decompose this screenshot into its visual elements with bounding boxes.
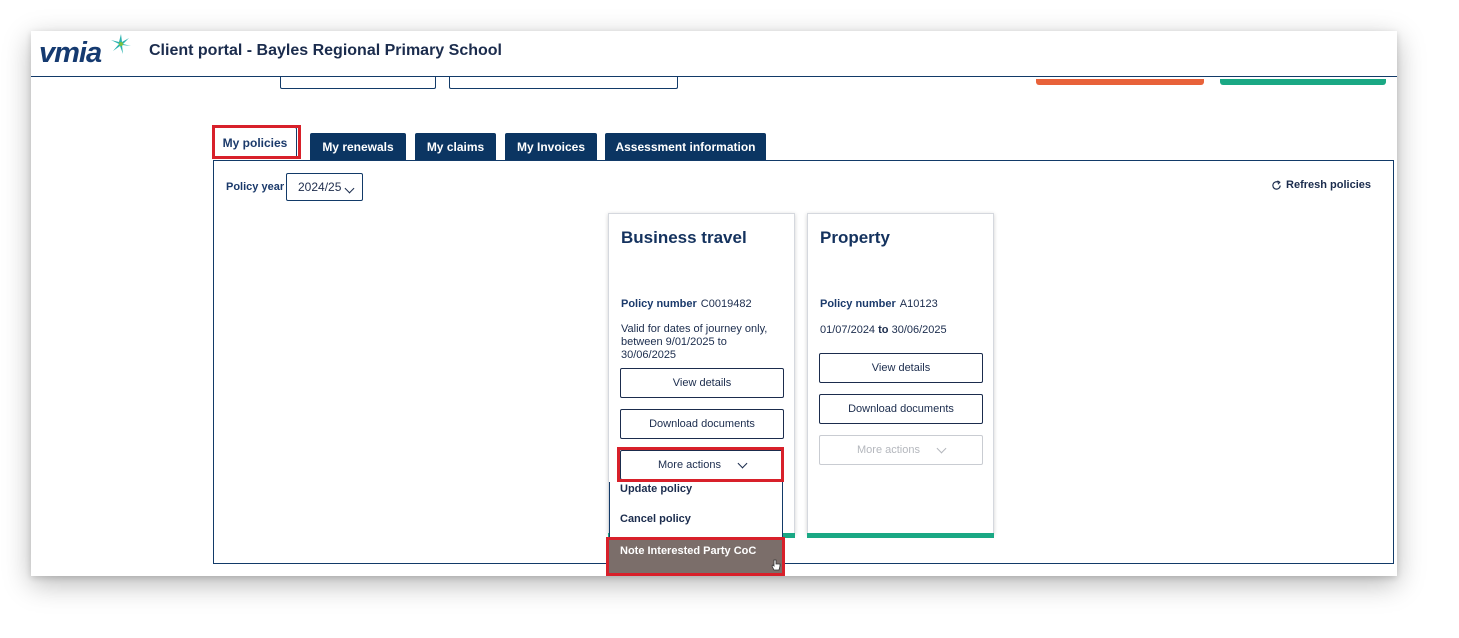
vmia-logo[interactable]: vmia [39,37,102,70]
more-actions-button[interactable]: More actions [819,435,983,465]
policy-number-label: Policy number [820,298,896,310]
tab-my-invoices[interactable]: My Invoices [505,133,597,160]
policy-number-value: C0019482 [700,298,752,310]
policy-number-label: Policy number [621,298,697,310]
policy-year-select[interactable]: 2024/25 [286,173,363,201]
policy-year-label: Policy year [226,181,285,193]
app-window: vmia Client portal - Bayles Regional Pri… [31,31,1397,576]
refresh-policies-button[interactable]: Refresh policies [1271,179,1371,191]
chevron-down-icon [344,183,355,194]
card-accent-stripe [807,533,994,538]
organisation-select[interactable] [449,77,678,89]
policy-dates: 01/07/2024 to 30/06/2025 [820,324,982,337]
view-organisation-profile-button[interactable] [280,77,436,89]
download-documents-button[interactable]: Download documents [819,394,983,424]
tab-my-policies[interactable]: My policies [213,127,297,158]
tab-my-claims[interactable]: My claims [415,133,496,160]
policy-number: Policy number A10123 [820,294,938,312]
tab-my-renewals[interactable]: My renewals [310,133,406,160]
more-actions-label: More actions [658,459,721,471]
card-title: Business travel [621,228,747,247]
tab-assessment-information[interactable]: Assessment information [605,133,766,160]
policy-card-property: Property Policy number A10123 01/07/2024 … [807,213,994,538]
app-header: vmia Client portal - Bayles Regional Pri… [31,31,1397,77]
date-from: 01/07/2024 [820,324,876,336]
menu-item-note-interested-party-coc[interactable]: Note Interested Party CoC [608,539,783,576]
validity-text: Valid for dates of journey only, between… [621,323,768,361]
policy-number: Policy number C0019482 [621,294,752,312]
date-to-word: to [878,324,889,336]
policy-number-value: A10123 [899,298,938,310]
hand-cursor-icon [771,559,781,571]
view-details-button[interactable]: View details [819,353,983,383]
download-documents-button[interactable]: Download documents [620,409,784,439]
refresh-label: Refresh policies [1286,179,1371,191]
summary-tile-green [1220,79,1386,85]
summary-tile-orange [1036,79,1204,85]
menu-item-label: Note Interested Party CoC [620,545,757,557]
menu-item-cancel-policy[interactable]: Cancel policy [620,513,691,525]
logo-star-icon [111,34,131,54]
view-details-button[interactable]: View details [620,368,784,398]
policy-year-value: 2024/25 [298,180,342,194]
more-actions-button[interactable]: More actions [620,450,784,480]
more-actions-label: More actions [857,444,920,456]
refresh-icon [1272,179,1281,190]
policies-panel: Policy year 2024/25 Refresh policies Bus… [213,160,1394,564]
chevron-down-icon [936,443,947,453]
menu-item-update-policy[interactable]: Update policy [620,483,692,495]
chevron-down-icon [737,458,748,468]
card-title: Property [820,228,890,247]
date-to: 30/06/2025 [891,324,947,336]
portal-title: Client portal - Bayles Regional Primary … [149,42,502,59]
